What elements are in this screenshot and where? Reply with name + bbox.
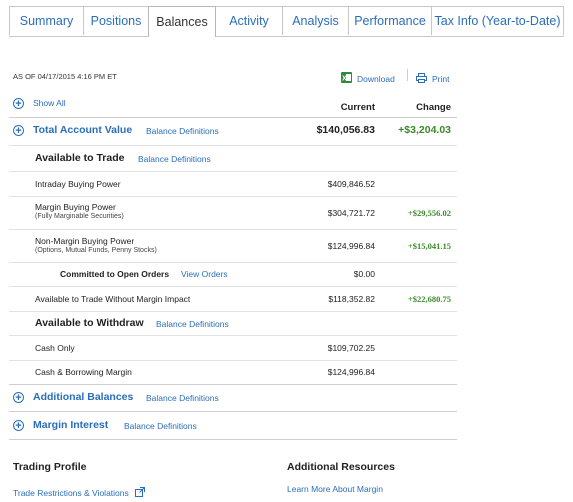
non-margin-buying-power-change: +$15,041.15 [407, 241, 451, 251]
show-all-link[interactable]: Show All [33, 98, 66, 108]
total-balance-definitions-link[interactable]: Balance Definitions [146, 126, 219, 136]
divider [9, 196, 457, 197]
margin-interest-plus-icon[interactable]: + [13, 420, 24, 432]
margin-interest-definitions-link[interactable]: Balance Definitions [124, 421, 197, 431]
column-header-current: Current [340, 102, 375, 113]
print-button[interactable]: Print [416, 70, 449, 88]
printer-icon [416, 70, 427, 88]
trade-restrictions-link[interactable]: Trade Restrictions & Violations [13, 484, 145, 502]
total-change-value: +$3,204.03 [398, 124, 451, 136]
intraday-buying-power-current: $409,846.52 [327, 179, 375, 189]
additional-balances-label[interactable]: Additional Balances [33, 391, 133, 403]
tab-bar: Summary Positions Balances Activity Anal… [9, 6, 564, 37]
tab-activity[interactable]: Activity [215, 6, 283, 35]
available-to-withdraw-heading: Available to Withdraw [35, 317, 144, 329]
divider [9, 171, 457, 172]
download-button[interactable]: X Download [341, 70, 395, 88]
toolbar-divider [407, 69, 408, 81]
margin-buying-power-change: +$29,556.02 [407, 208, 451, 218]
available-to-trade-heading: Available to Trade [35, 152, 125, 164]
trading-profile-heading: Trading Profile [13, 461, 87, 473]
divider [9, 262, 457, 263]
committed-open-orders-label: Committed to Open Orders [60, 269, 170, 279]
margin-interest-label[interactable]: Margin Interest [33, 419, 108, 431]
non-margin-buying-power-label: Non-Margin Buying Power [35, 236, 135, 246]
additional-balance-definitions-link[interactable]: Balance Definitions [146, 393, 219, 403]
excel-icon: X [341, 70, 352, 88]
cash-only-label: Cash Only [35, 343, 75, 353]
download-label: Download [357, 74, 395, 84]
tab-positions[interactable]: Positions [83, 6, 149, 35]
external-link-icon [134, 484, 145, 502]
divider [9, 311, 457, 312]
print-label: Print [432, 74, 450, 84]
total-account-value-label[interactable]: Total Account Value [33, 124, 132, 136]
divider [9, 335, 457, 336]
learn-more-margin-link[interactable]: Learn More About Margin [287, 484, 383, 494]
tab-tax-info[interactable]: Tax Info (Year-to-Date) [431, 6, 564, 35]
tab-summary[interactable]: Summary [9, 6, 84, 35]
as-of-timestamp: AS OF 04/17/2015 4:16 PM ET [13, 72, 117, 81]
svg-text:X: X [342, 76, 347, 83]
divider [9, 439, 457, 440]
margin-buying-power-subtext: (Fully Marginable Securities) [35, 213, 124, 220]
trade-without-margin-current: $118,352.82 [328, 294, 375, 304]
trade-without-margin-label: Available to Trade Without Margin Impact [35, 294, 191, 304]
non-margin-buying-power-subtext: (Options, Mutual Funds, Penny Stocks) [35, 247, 157, 254]
divider [9, 411, 457, 412]
trade-balance-definitions-link[interactable]: Balance Definitions [138, 154, 211, 164]
tab-performance[interactable]: Performance [348, 6, 432, 35]
view-orders-link[interactable]: View Orders [181, 269, 228, 279]
tab-analysis[interactable]: Analysis [282, 6, 349, 35]
cash-borrowing-margin-label: Cash & Borrowing Margin [35, 367, 132, 377]
divider [9, 229, 457, 230]
committed-open-orders-current: $0.00 [353, 269, 375, 279]
withdraw-balance-definitions-link[interactable]: Balance Definitions [156, 319, 229, 329]
tab-balances[interactable]: Balances [148, 6, 216, 37]
margin-buying-power-current: $304,721.72 [327, 208, 375, 218]
column-header-change: Change [416, 102, 451, 113]
cash-borrowing-margin-current: $124,996.84 [327, 367, 375, 377]
divider [9, 384, 457, 385]
total-expand-plus-icon[interactable]: + [13, 125, 24, 137]
intraday-buying-power-label: Intraday Buying Power [35, 179, 121, 189]
show-all-plus-icon[interactable]: + [13, 98, 24, 110]
divider [9, 117, 457, 118]
non-margin-buying-power-current: $124,996.84 [327, 241, 375, 251]
margin-buying-power-label: Margin Buying Power [35, 202, 116, 212]
additional-balances-plus-icon[interactable]: + [13, 392, 24, 404]
additional-resources-heading: Additional Resources [287, 461, 395, 473]
total-current-value: $140,056.83 [316, 124, 375, 136]
divider [9, 145, 457, 146]
trade-restrictions-label: Trade Restrictions & Violations [13, 488, 129, 498]
divider [9, 360, 457, 361]
cash-only-current: $109,702.25 [327, 343, 375, 353]
divider [9, 286, 457, 287]
trade-without-margin-change: +$22,680.75 [407, 294, 451, 304]
